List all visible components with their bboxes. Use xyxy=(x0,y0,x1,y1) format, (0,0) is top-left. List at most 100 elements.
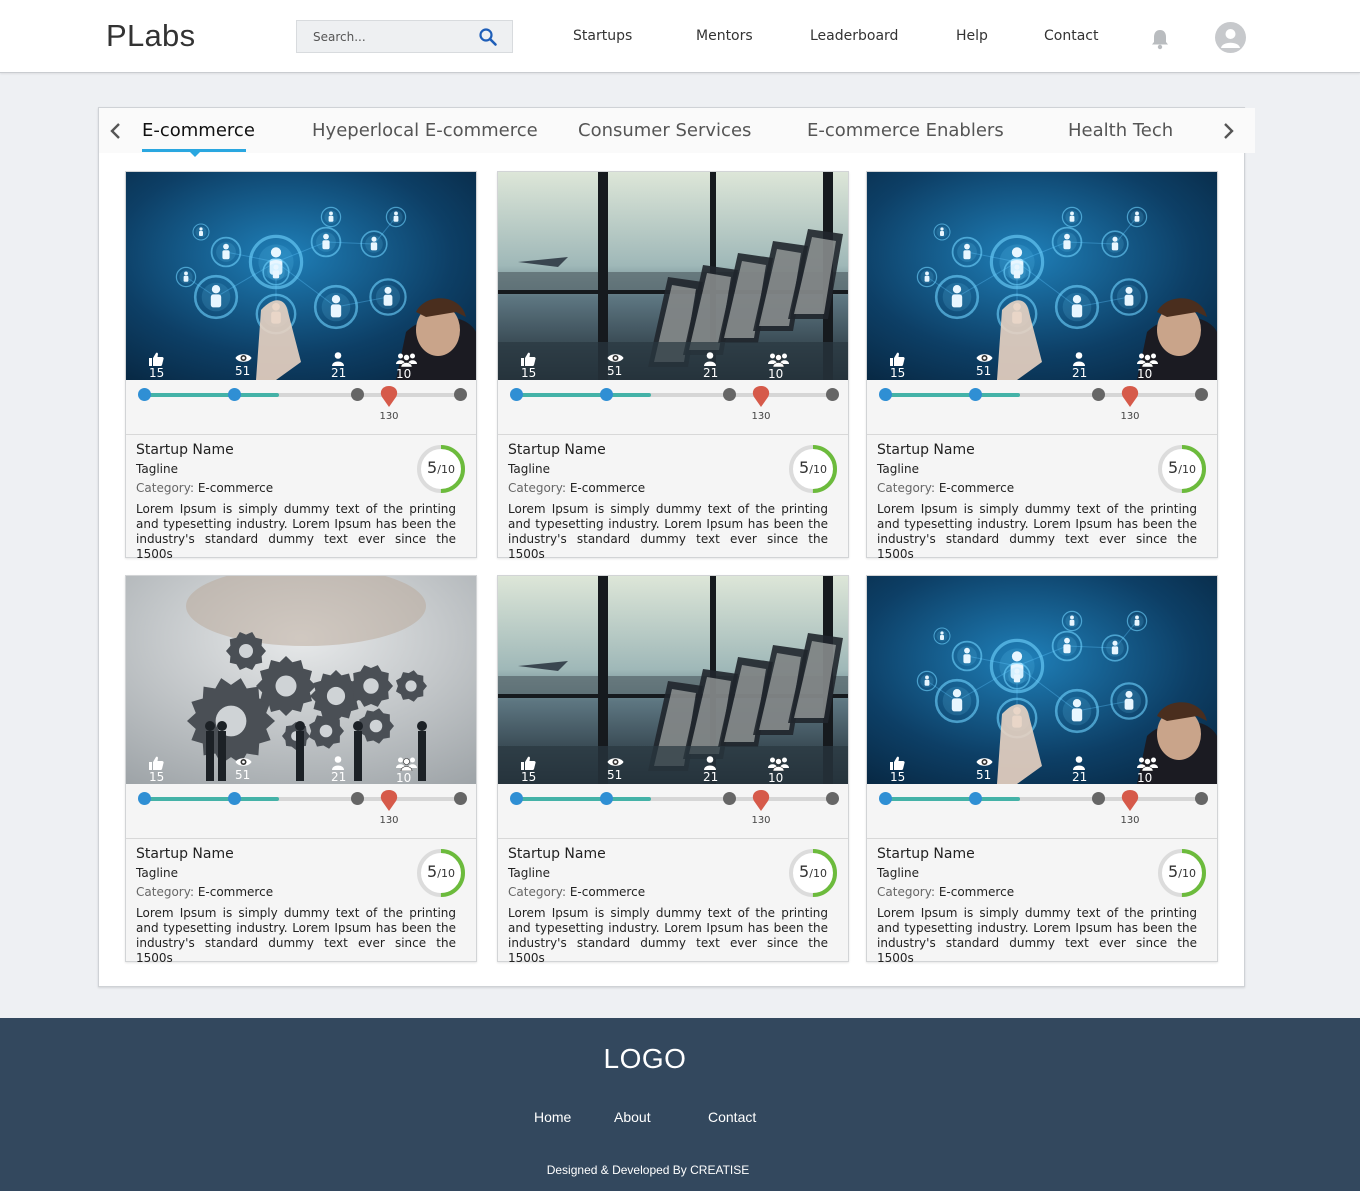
startup-image[interactable]: 15 51 21 10 xyxy=(126,172,476,380)
footer-credit: Designed & Developed By CREATISE xyxy=(546,1163,750,1177)
startup-card[interactable]: 15 51 21 10 130 Startup Name Tagline Cat… xyxy=(125,171,477,561)
startup-image[interactable]: 15 51 21 10 xyxy=(126,576,476,784)
brand-logo[interactable]: PLabs xyxy=(106,18,195,54)
footer-link-home[interactable]: Home xyxy=(534,1109,571,1125)
stage-dot[interactable] xyxy=(1195,388,1208,401)
stage-dot[interactable] xyxy=(454,388,467,401)
search-icon[interactable] xyxy=(478,27,498,47)
category-value: E-commerce xyxy=(938,481,1015,495)
stage-dot[interactable] xyxy=(228,792,241,805)
stats-bar: 15 51 21 10 xyxy=(867,352,1217,380)
score-max: /10 xyxy=(437,463,455,476)
rating-ring: 5/10 xyxy=(788,444,838,494)
stage-dot[interactable] xyxy=(826,792,839,805)
startup-card[interactable]: 15 51 21 10 130 Startup Name Tagline Cat… xyxy=(497,171,849,561)
likes-stat[interactable]: 15 xyxy=(890,352,910,380)
stats-bar: 15 51 21 10 xyxy=(498,756,848,784)
map-pin-icon[interactable] xyxy=(379,384,399,408)
likes-count: 15 xyxy=(521,770,537,784)
likes-stat[interactable]: 15 xyxy=(890,756,910,784)
avatar-icon[interactable] xyxy=(1215,22,1246,53)
nav-contact[interactable]: Contact xyxy=(1044,28,1098,44)
startup-image[interactable]: 15 51 21 10 xyxy=(498,576,848,784)
mentors-stat: 21 xyxy=(331,352,350,380)
likes-stat[interactable]: 15 xyxy=(149,756,169,784)
chevron-right-icon[interactable] xyxy=(1220,121,1236,141)
person-icon xyxy=(1072,756,1091,770)
tab-hyperlocal-ecommerce[interactable]: Hyeperlocal E-commerce xyxy=(312,120,538,141)
startup-image[interactable]: 15 51 21 10 xyxy=(867,576,1217,784)
footer-link-about[interactable]: About xyxy=(614,1109,651,1125)
progress-track: 130 xyxy=(510,784,839,838)
stage-dot[interactable] xyxy=(600,388,613,401)
views-count: 51 xyxy=(976,364,992,378)
stage-dot[interactable] xyxy=(1092,792,1105,805)
stage-dot[interactable] xyxy=(969,388,982,401)
likes-stat[interactable]: 15 xyxy=(521,756,541,784)
footer-logo[interactable]: LOGO xyxy=(0,1043,1290,1075)
chevron-left-icon[interactable] xyxy=(108,121,124,141)
stage-dot[interactable] xyxy=(351,388,364,401)
track-fill xyxy=(885,393,1020,397)
tab-ecommerce[interactable]: E-commerce xyxy=(142,120,255,141)
stage-dot[interactable] xyxy=(879,792,892,805)
startup-image[interactable]: 15 51 21 10 xyxy=(867,172,1217,380)
views-count: 51 xyxy=(607,768,623,782)
startup-card[interactable]: 15 51 21 10 130 Startup Name Tagline Cat… xyxy=(866,575,1218,965)
map-pin-icon[interactable] xyxy=(751,384,771,408)
stage-dot[interactable] xyxy=(228,388,241,401)
footer-link-contact[interactable]: Contact xyxy=(708,1109,756,1125)
stage-dot[interactable] xyxy=(1195,792,1208,805)
startup-card[interactable]: 15 51 21 10 130 Startup Name Tagline Cat… xyxy=(125,575,477,965)
category-tabbar: E-commerce Hyeperlocal E-commerce Consum… xyxy=(99,108,1255,157)
search-input[interactable] xyxy=(297,21,477,52)
map-pin-icon[interactable] xyxy=(751,788,771,812)
views-stat: 51 xyxy=(235,756,257,782)
mentors-stat: 21 xyxy=(1072,352,1091,380)
mentors-stat: 21 xyxy=(703,352,722,380)
stage-dot[interactable] xyxy=(600,792,613,805)
startup-description: Lorem Ipsum is simply dummy text of the … xyxy=(136,502,456,561)
track-fill xyxy=(144,797,279,801)
rating-text: 5/10 xyxy=(416,862,466,881)
stage-dot[interactable] xyxy=(138,792,151,805)
stage-dot[interactable] xyxy=(826,388,839,401)
tab-consumer-services[interactable]: Consumer Services xyxy=(578,120,751,141)
network-illustration xyxy=(867,576,1217,784)
mentors-stat: 21 xyxy=(331,756,350,784)
startup-image[interactable]: 15 51 21 10 xyxy=(498,172,848,380)
bell-icon[interactable] xyxy=(1150,28,1170,50)
stage-dot[interactable] xyxy=(969,792,982,805)
tab-ecommerce-enablers[interactable]: E-commerce Enablers xyxy=(807,120,1004,141)
views-stat: 51 xyxy=(607,756,629,782)
person-icon xyxy=(331,756,350,770)
stage-dot[interactable] xyxy=(138,388,151,401)
tab-health-tech[interactable]: Health Tech xyxy=(1068,120,1173,141)
likes-stat[interactable]: 15 xyxy=(521,352,541,380)
stage-dot[interactable] xyxy=(723,388,736,401)
views-stat: 51 xyxy=(976,756,998,782)
network-illustration xyxy=(867,172,1217,380)
stage-dot[interactable] xyxy=(879,388,892,401)
map-pin-icon[interactable] xyxy=(1120,384,1140,408)
team-stat: 10 xyxy=(768,352,794,380)
stage-dot[interactable] xyxy=(454,792,467,805)
startup-card[interactable]: 15 51 21 10 130 Startup Name Tagline Cat… xyxy=(866,171,1218,561)
stage-dot[interactable] xyxy=(510,388,523,401)
nav-startups[interactable]: Startups xyxy=(573,28,632,44)
rating-text: 5/10 xyxy=(416,458,466,477)
stage-dot[interactable] xyxy=(351,792,364,805)
progress-track: 130 xyxy=(138,784,467,838)
map-pin-icon[interactable] xyxy=(1120,788,1140,812)
stage-dot[interactable] xyxy=(510,792,523,805)
views-count: 51 xyxy=(976,768,992,782)
nav-mentors[interactable]: Mentors xyxy=(696,28,753,44)
nav-leaderboard[interactable]: Leaderboard xyxy=(810,28,898,44)
nav-help[interactable]: Help xyxy=(956,28,988,44)
stage-dot[interactable] xyxy=(1092,388,1105,401)
map-pin-icon[interactable] xyxy=(379,788,399,812)
team-count: 10 xyxy=(768,367,784,380)
likes-stat[interactable]: 15 xyxy=(149,352,169,380)
stage-dot[interactable] xyxy=(723,792,736,805)
startup-card[interactable]: 15 51 21 10 130 Startup Name Tagline Cat… xyxy=(497,575,849,965)
